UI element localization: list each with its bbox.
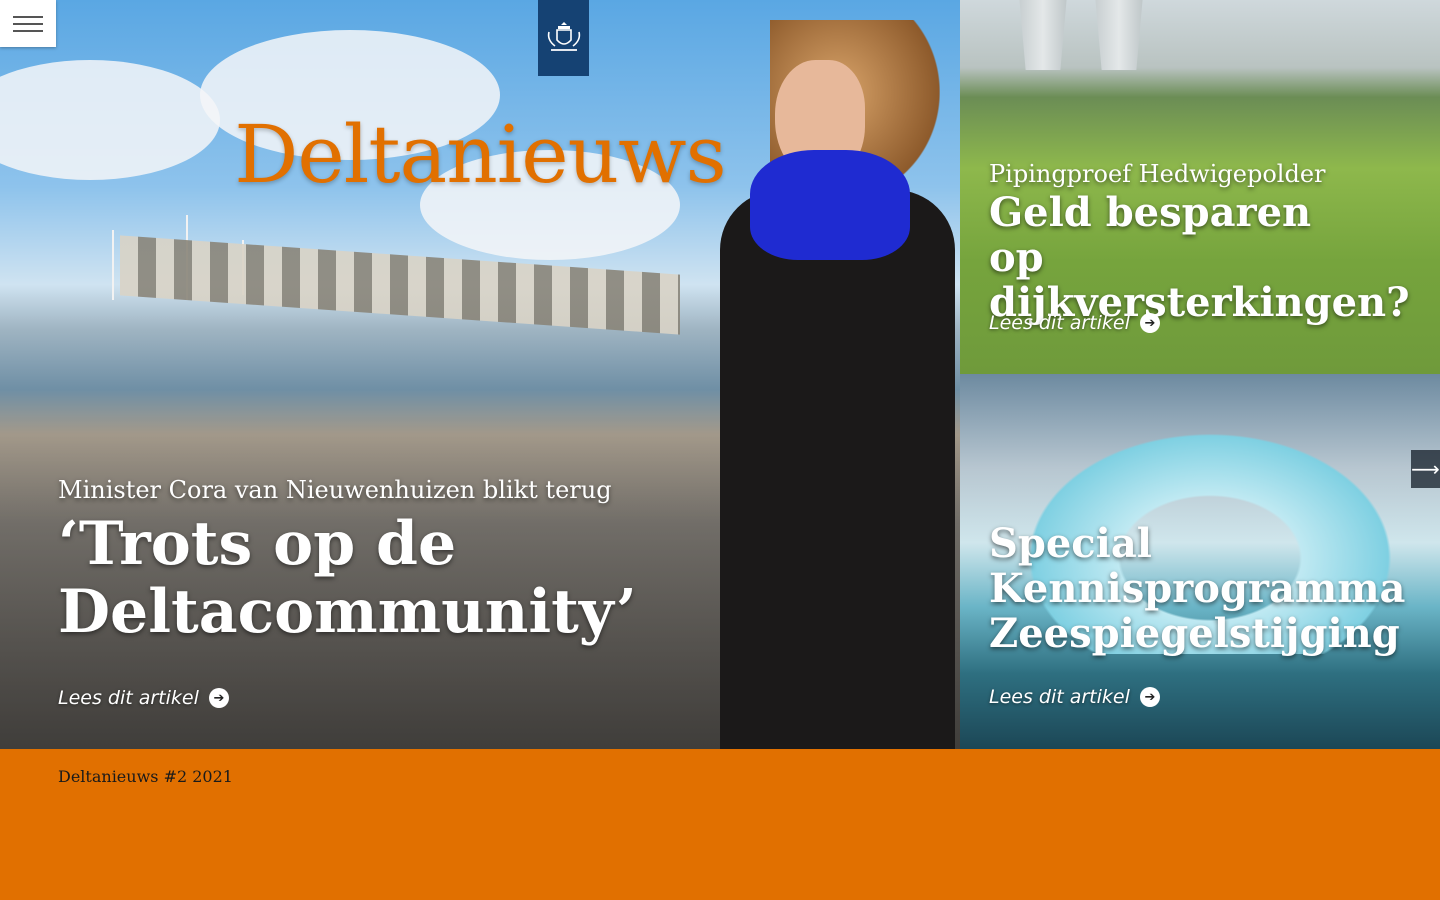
hero-read-more-link[interactable]: Lees dit artikel ➔ — [58, 687, 229, 709]
cooling-tower-image — [1095, 0, 1143, 70]
issue-label: Deltanieuws #2 2021 — [58, 767, 233, 786]
hero-text: Minister Cora van Nieuwenhuizen blikt te… — [58, 476, 637, 647]
logo[interactable] — [538, 0, 589, 76]
tile-text: Pipingproef Hedwigepolder Geld besparen … — [989, 160, 1410, 326]
hero-title: ‘Trots op de Deltacommunity’ — [58, 509, 637, 647]
arrow-circle-icon: ➔ — [208, 688, 229, 708]
read-more-label: Lees dit artikel — [989, 686, 1130, 708]
tile-kicker: Pipingproef Hedwigepolder — [989, 160, 1326, 188]
next-slide-button[interactable]: ⟶ — [1411, 450, 1440, 488]
tile-title: Geld besparen op dijkversterkingen? — [989, 189, 1410, 326]
arrow-right-icon: ⟶ — [1411, 457, 1440, 481]
article-tile-special[interactable]: Special Kennisprogramma Zeespiegelstijgi… — [960, 374, 1440, 749]
hamburger-menu-button[interactable] — [0, 0, 56, 47]
hamburger-line — [13, 15, 43, 18]
tile-read-more-link[interactable]: Lees dit artikel ➔ — [989, 686, 1160, 708]
hamburger-line — [13, 22, 43, 25]
coat-of-arms-icon — [547, 22, 580, 51]
read-more-label: Lees dit artikel — [989, 312, 1130, 334]
wind-turbine — [112, 230, 114, 300]
hero-kicker: Minister Cora van Nieuwenhuizen blikt te… — [58, 476, 612, 504]
read-more-label: Lees dit artikel — [58, 687, 199, 709]
hero-article[interactable]: Deltanieuws Minister Cora van Nieuwenhui… — [0, 0, 960, 749]
brand-title: Deltanieuws — [234, 108, 726, 201]
tile-title: Special Kennisprogramma Zeespiegelstijgi… — [989, 520, 1406, 657]
arrow-circle-icon: ➔ — [1139, 687, 1160, 707]
article-tile-piping[interactable]: Pipingproef Hedwigepolder Geld besparen … — [960, 0, 1440, 374]
tile-read-more-link[interactable]: Lees dit artikel ➔ — [989, 312, 1160, 334]
cooling-tower-image — [1019, 0, 1067, 70]
hamburger-line — [13, 29, 43, 32]
tile-text: Special Kennisprogramma Zeespiegelstijgi… — [989, 519, 1406, 657]
arrow-circle-icon: ➔ — [1139, 313, 1160, 333]
